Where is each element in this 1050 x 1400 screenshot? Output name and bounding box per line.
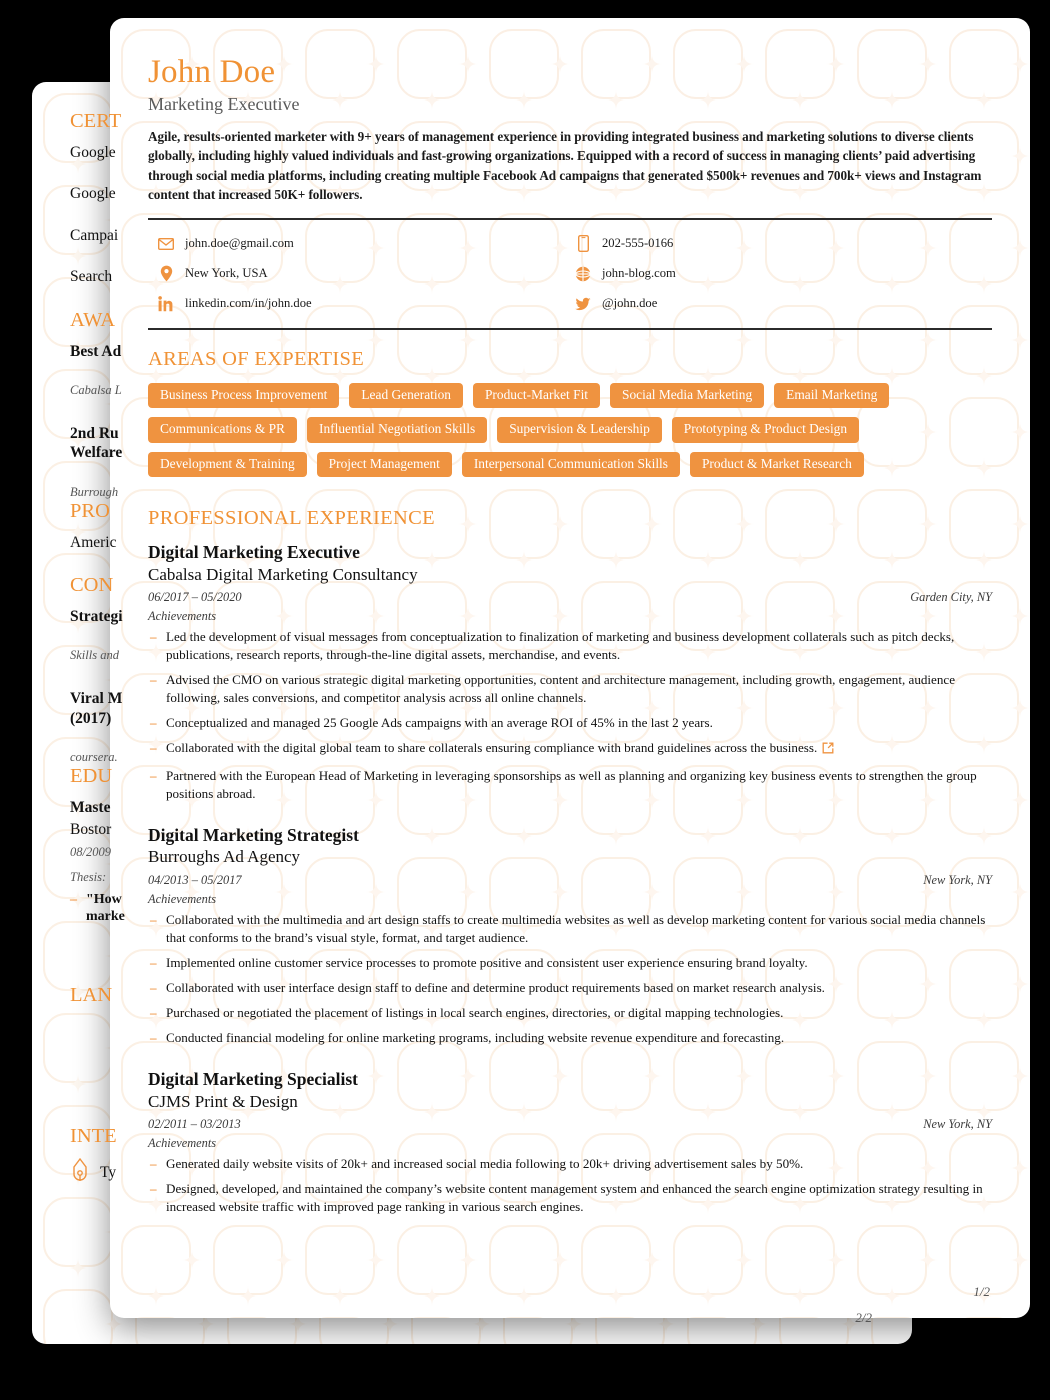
expertise-tag[interactable]: Prototyping & Product Design bbox=[671, 417, 860, 443]
expertise-tag[interactable]: Product & Market Research bbox=[689, 451, 864, 478]
experience-bullet: Advised the CMO on various strategic dig… bbox=[148, 671, 992, 707]
experience-bullet: Implemented online customer service proc… bbox=[148, 954, 992, 972]
bullet-text: Collaborated with the digital global tea… bbox=[166, 740, 818, 756]
achievements-label: Achievements bbox=[148, 891, 217, 906]
contact-location[interactable]: New York, USA bbox=[158, 265, 575, 282]
page-title: John Doe bbox=[148, 54, 276, 90]
experience-entry: Digital Marketing Specialist CJMS Print … bbox=[148, 1069, 992, 1216]
experience-bullet: Designed, developed, and maintained the … bbox=[148, 1180, 992, 1216]
bullet-text: Purchased or negotiated the placement of… bbox=[166, 1004, 784, 1020]
experience-job-title: Digital Marketing Specialist bbox=[148, 1068, 358, 1089]
external-link-icon[interactable] bbox=[822, 741, 834, 759]
contact-linkedin-text: linkedin.com/in/john.doe bbox=[185, 296, 312, 311]
contact-website[interactable]: john-blog.com bbox=[575, 266, 992, 282]
page-number-front: 1/2 bbox=[973, 1284, 990, 1299]
experience-meta: 06/2017 – 05/2020 Garden City, NY bbox=[148, 590, 992, 605]
expertise-tag[interactable]: Supervision & Leadership bbox=[497, 417, 662, 443]
experience-meta: 02/2011 – 03/2013 New York, NY bbox=[148, 1117, 992, 1132]
location-pin-icon bbox=[158, 265, 174, 282]
experience-job-title: Digital Marketing Executive bbox=[148, 542, 360, 563]
divider-bottom bbox=[148, 327, 992, 330]
experience-bullet: Generated daily website visits of 20k+ a… bbox=[148, 1155, 992, 1173]
bullet-text: Led the development of visual messages f… bbox=[166, 629, 955, 663]
achievements-label: Achievements bbox=[148, 609, 217, 624]
bullet-text: Conceptualized and managed 25 Google Ads… bbox=[166, 715, 713, 731]
page-1-content: John Doe Marketing Executive Agile, resu… bbox=[110, 18, 1030, 1216]
section-heading-expertise: AREAS OF EXPERTISE bbox=[148, 347, 365, 370]
expertise-tag[interactable]: Social Media Marketing bbox=[610, 382, 765, 409]
experience-meta: 04/2013 – 05/2017 New York, NY bbox=[148, 873, 992, 888]
experience-bullet-list: Generated daily website visits of 20k+ a… bbox=[148, 1155, 992, 1216]
section-heading-experience: PROFESSIONAL EXPERIENCE bbox=[148, 507, 435, 530]
experience-location: New York, NY bbox=[923, 1116, 992, 1131]
expertise-tag-list: Business Process Improvement Lead Genera… bbox=[148, 382, 992, 478]
experience-location: New York, NY bbox=[923, 872, 992, 887]
experience-bullet: Collaborated with the digital global tea… bbox=[148, 739, 992, 759]
contact-phone-text: 202-555-0166 bbox=[602, 236, 674, 251]
page-number-back: 2/2 bbox=[855, 1310, 872, 1325]
bullet-text: Advised the CMO on various strategic dig… bbox=[166, 672, 956, 706]
experience-job-title: Digital Marketing Strategist bbox=[148, 824, 359, 845]
bullet-text: Partnered with the European Head of Mark… bbox=[166, 767, 977, 801]
experience-company: Burroughs Ad Agency bbox=[148, 847, 301, 867]
expertise-tag[interactable]: Business Process Improvement bbox=[148, 382, 340, 409]
contact-twitter-text: @john.doe bbox=[602, 296, 658, 311]
experience-entry: Digital Marketing Strategist Burroughs A… bbox=[148, 825, 992, 1047]
experience-bullet: Partnered with the European Head of Mark… bbox=[148, 767, 992, 803]
experience-bullet: Purchased or negotiated the placement of… bbox=[148, 1004, 992, 1022]
experience-bullet: Collaborated with user interface design … bbox=[148, 979, 992, 997]
professional-summary: Agile, results-oriented marketer with 9+… bbox=[148, 129, 982, 202]
experience-location: Garden City, NY bbox=[910, 590, 992, 605]
bullet-text: Conducted financial modeling for online … bbox=[166, 1029, 785, 1045]
expertise-tag[interactable]: Email Marketing bbox=[774, 382, 890, 409]
bullet-text: Collaborated with the multimedia and art… bbox=[166, 911, 986, 945]
contact-phone[interactable]: 202-555-0166 bbox=[575, 235, 992, 253]
contact-email[interactable]: john.doe@gmail.com bbox=[158, 236, 575, 252]
experience-company: CJMS Print & Design bbox=[148, 1091, 298, 1111]
experience-bullet: Conceptualized and managed 25 Google Ads… bbox=[148, 714, 992, 732]
experience-dates: 02/2011 – 03/2013 bbox=[148, 1116, 241, 1131]
resume-header: John Doe Marketing Executive Agile, resu… bbox=[148, 54, 992, 204]
expertise-tag[interactable]: Influential Negotiation Skills bbox=[307, 417, 488, 443]
bullet-text: Designed, developed, and maintained the … bbox=[166, 1180, 983, 1214]
twitter-icon bbox=[575, 296, 591, 312]
section-professional-experience: PROFESSIONAL EXPERIENCE Digital Marketin… bbox=[148, 507, 992, 1216]
experience-entry: Digital Marketing Executive Cabalsa Digi… bbox=[148, 542, 992, 802]
experience-bullet: Led the development of visual messages f… bbox=[148, 628, 992, 664]
experience-bullet: Collaborated with the multimedia and art… bbox=[148, 911, 992, 947]
contact-email-text: john.doe@gmail.com bbox=[185, 236, 294, 251]
expertise-tag[interactable]: Lead Generation bbox=[349, 382, 463, 409]
contact-website-text: john-blog.com bbox=[602, 266, 676, 281]
expertise-tag[interactable]: Interpersonal Communication Skills bbox=[461, 451, 680, 478]
bullet-text: Generated daily website visits of 20k+ a… bbox=[166, 1155, 804, 1171]
experience-dates: 06/2017 – 05/2020 bbox=[148, 590, 242, 605]
experience-bullet-list: Led the development of visual messages f… bbox=[148, 628, 992, 803]
contact-linkedin[interactable]: linkedin.com/in/john.doe bbox=[158, 295, 575, 312]
expertise-tag[interactable]: Project Management bbox=[316, 451, 452, 478]
resume-preview-stage: CERT Google Google Campai Search AWA Bes… bbox=[0, 0, 1050, 1400]
expertise-tag[interactable]: Product-Market Fit bbox=[472, 382, 601, 409]
globe-icon bbox=[575, 266, 591, 282]
experience-dates: 04/2013 – 05/2017 bbox=[148, 872, 242, 887]
pen-nib-icon bbox=[70, 1157, 90, 1187]
experience-company: Cabalsa Digital Marketing Consultancy bbox=[148, 564, 418, 584]
contact-details: john.doe@gmail.com 202-555-0166 New York… bbox=[148, 220, 992, 328]
experience-bullet-list: Collaborated with the multimedia and art… bbox=[148, 911, 992, 1047]
bullet-text: Implemented online customer service proc… bbox=[166, 954, 808, 970]
expertise-tag[interactable]: Development & Training bbox=[148, 451, 307, 478]
linkedin-icon bbox=[158, 295, 174, 312]
phone-icon bbox=[575, 235, 591, 253]
job-role-subtitle: Marketing Executive bbox=[148, 94, 300, 115]
contact-twitter[interactable]: @john.doe bbox=[575, 296, 992, 312]
experience-bullet: Conducted financial modeling for online … bbox=[148, 1029, 992, 1047]
envelope-icon bbox=[158, 236, 174, 252]
section-areas-of-expertise: AREAS OF EXPERTISE Business Process Impr… bbox=[148, 347, 992, 478]
resume-page-1-card[interactable]: John Doe Marketing Executive Agile, resu… bbox=[110, 18, 1030, 1318]
contact-location-text: New York, USA bbox=[185, 266, 268, 281]
expertise-tag[interactable]: Communications & PR bbox=[148, 417, 297, 443]
bullet-text: Collaborated with user interface design … bbox=[166, 979, 825, 995]
achievements-label: Achievements bbox=[148, 1135, 217, 1150]
